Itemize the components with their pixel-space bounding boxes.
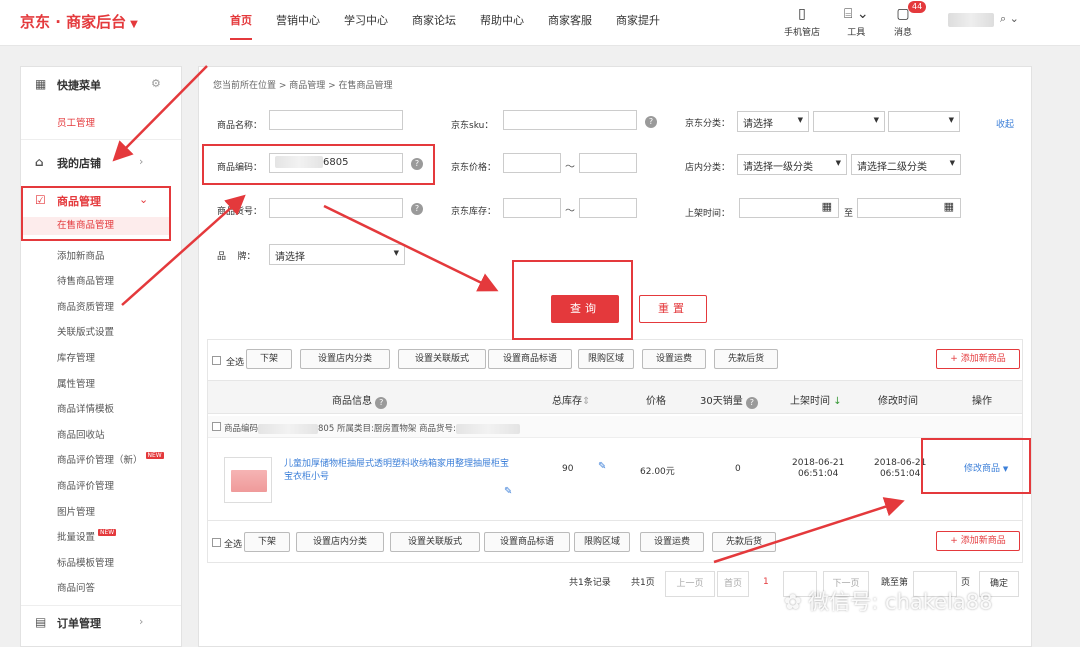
arrow-to-edit: [713, 497, 905, 564]
arrow-to-product-code: [121, 194, 246, 306]
arrow-to-my-store: [112, 65, 208, 162]
wechat-icon: ✿: [784, 590, 809, 614]
watermark: ✿ 微信号: chakela88: [784, 586, 993, 616]
annotation-arrows: [112, 65, 905, 564]
arrow-to-query: [323, 204, 499, 292]
watermark-text: 微信号: chakela88: [808, 590, 993, 614]
